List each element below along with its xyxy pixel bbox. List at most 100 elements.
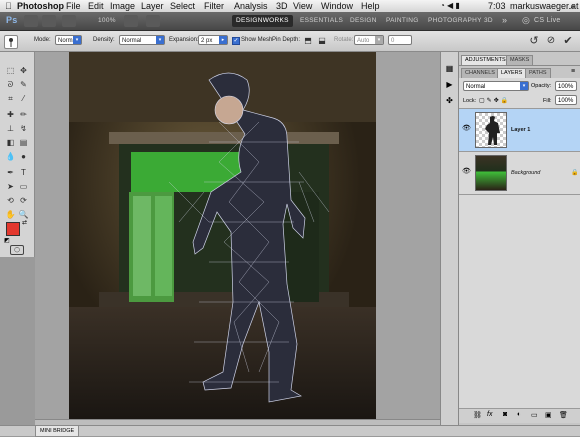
healing-brush-tool-icon[interactable]: ✚	[5, 110, 16, 120]
new-layer-icon[interactable]: ▣	[545, 411, 552, 419]
pin-backward-icon[interactable]: ⬓	[316, 35, 328, 47]
menu-image[interactable]: Image	[110, 0, 135, 12]
hand-tool-icon[interactable]	[62, 15, 76, 27]
document-image[interactable]	[69, 52, 376, 419]
mode-select[interactable]: Normal ▾	[55, 35, 82, 45]
menubar-user[interactable]: markuswaeger.at	[510, 0, 579, 12]
apple-menu-icon[interactable]: 	[5, 0, 12, 12]
crop-tool-icon[interactable]: ⌗	[5, 94, 16, 104]
move-tool-icon[interactable]: ✥	[18, 66, 29, 76]
workspace-3d[interactable]: 3D	[484, 15, 493, 27]
workspace-photography[interactable]: PHOTOGRAPHY	[428, 15, 482, 27]
menu-file[interactable]: File	[66, 0, 81, 12]
menu-edit[interactable]: Edit	[88, 0, 104, 12]
menu-window[interactable]: Window	[321, 0, 353, 12]
blur-tool-icon[interactable]: 💧	[5, 152, 16, 162]
rotate-select[interactable]: Auto ▾	[354, 35, 384, 45]
menu-filter[interactable]: Filter	[204, 0, 224, 12]
layer-name[interactable]: Layer 1	[511, 127, 530, 133]
layer-name[interactable]: Background	[511, 170, 540, 176]
tab-adjustments[interactable]: ADJUSTMENTS	[461, 55, 510, 65]
cancel-icon[interactable]: ⊘	[545, 35, 557, 47]
chevron-down-icon: ▾	[375, 36, 383, 44]
workspace-painting[interactable]: PAINTING	[386, 15, 419, 27]
rotate-select-value: Auto	[357, 38, 370, 44]
link-layers-icon[interactable]: ⛓	[473, 411, 482, 419]
more-workspaces-button[interactable]: »	[502, 14, 507, 26]
lasso-tool-icon[interactable]: ᘐ	[5, 80, 16, 90]
quick-select-tool-icon[interactable]: ✎	[18, 80, 29, 90]
adjustment-layer-icon[interactable]: ◐	[517, 411, 521, 418]
tab-masks[interactable]: MASKS	[506, 55, 534, 65]
menubar-status-icons[interactable]: ◔ ◀ ▮	[440, 0, 460, 12]
lock-icons[interactable]: ▢✎✥🔒	[479, 97, 510, 104]
tools-panel: ⬚ ✥ ᘐ ✎ ⌗ ⁄ ✚ ✏ ⊥ ↯ ◧ ▤ 💧 ● ✒ T ➤ ▭ ⟲ ⟳ …	[0, 52, 35, 257]
new-group-icon[interactable]: ▭	[531, 411, 538, 419]
expansion-field[interactable]: 2 px ▸	[198, 35, 228, 45]
marquee-tool-icon[interactable]: ⬚	[5, 66, 16, 76]
workspace-essentials[interactable]: ESSENTIALS	[300, 15, 343, 27]
tab-paths[interactable]: PATHS	[525, 68, 551, 78]
cs-live-icon[interactable]: ◎	[522, 14, 530, 26]
tool-preset-picker[interactable]	[4, 35, 18, 49]
eraser-tool-icon[interactable]: ◧	[5, 138, 16, 148]
cs-live-button[interactable]: CS Live	[534, 15, 561, 27]
menu-view[interactable]: View	[293, 0, 312, 12]
pen-tool-icon[interactable]: ✒	[5, 168, 16, 178]
workspace-designworks[interactable]: DESIGNWORKS	[232, 15, 293, 27]
commit-check-icon[interactable]: ✔	[562, 35, 574, 47]
density-select[interactable]: Normal ▾	[119, 35, 165, 45]
actions-panel-icon[interactable]: ▶	[444, 80, 455, 90]
tab-layers[interactable]: LAYERS	[497, 68, 527, 78]
blend-mode-select[interactable]: Normal ▾	[463, 81, 529, 91]
menu-3d[interactable]: 3D	[276, 0, 288, 12]
default-colors-icon[interactable]: ◩	[4, 237, 10, 244]
history-panel-icon[interactable]: ▦	[444, 64, 455, 74]
delete-layer-icon[interactable]: 🗑	[559, 411, 568, 419]
3d-orbit-tool-icon[interactable]: ⟳	[18, 196, 29, 206]
brush-tool-icon[interactable]: ✏	[18, 110, 29, 120]
show-mesh-checkbox[interactable]: ✓	[232, 37, 240, 45]
layer-row-layer-1[interactable]: 👁 Layer 1	[459, 109, 580, 152]
bridge-icon[interactable]	[24, 15, 38, 27]
path-selection-tool-icon[interactable]: ➤	[5, 182, 16, 192]
3d-rotate-tool-icon[interactable]: ⟲	[5, 196, 16, 206]
menu-select[interactable]: Select	[170, 0, 195, 12]
menu-app-name[interactable]: Photoshop	[17, 0, 64, 12]
gradient-tool-icon[interactable]: ▤	[18, 138, 29, 148]
menu-help[interactable]: Help	[361, 0, 380, 12]
add-mask-icon[interactable]: ◙	[503, 411, 507, 418]
remove-all-pins-icon[interactable]: ↺	[528, 35, 540, 47]
brush-panel-icon[interactable]: ✤	[444, 96, 455, 106]
rotate-degrees-field[interactable]: 0	[388, 35, 412, 45]
visibility-eye-icon[interactable]: 👁	[462, 168, 471, 176]
minibridge-icon[interactable]	[42, 15, 56, 27]
layer-row-background[interactable]: 👁 Background 🔒	[459, 152, 580, 195]
layer-style-icon[interactable]: fx	[487, 411, 492, 418]
pin-forward-icon[interactable]: ⬒	[302, 35, 314, 47]
menu-analysis[interactable]: Analysis	[234, 0, 268, 12]
hand-tool-icon[interactable]: ✋	[5, 210, 16, 220]
tab-channels[interactable]: CHANNELS	[461, 68, 499, 78]
visibility-eye-icon[interactable]: 👁	[462, 125, 471, 133]
zoom-level[interactable]: 100%	[98, 15, 116, 27]
opacity-field[interactable]: 100%	[555, 81, 577, 91]
mini-bridge-tab[interactable]: MINI BRIDGE	[35, 426, 80, 437]
spotlight-icon[interactable]: ⌕	[570, 0, 575, 12]
menu-layer[interactable]: Layer	[141, 0, 164, 12]
fill-field[interactable]: 100%	[555, 95, 577, 105]
menubar-clock[interactable]: 7:03	[488, 0, 506, 12]
clone-stamp-tool-icon[interactable]: ⊥	[5, 124, 16, 134]
history-brush-tool-icon[interactable]: ↯	[18, 124, 29, 134]
quick-mask-icon[interactable]: ◯	[10, 245, 24, 255]
arrange-documents-icon[interactable]	[124, 15, 138, 27]
workspace-design[interactable]: DESIGN	[350, 15, 377, 27]
screen-mode-icon[interactable]	[146, 15, 160, 27]
shape-tool-icon[interactable]: ▭	[18, 182, 29, 192]
panel-menu-icon[interactable]: ≡	[571, 68, 575, 75]
eyedropper-tool-icon[interactable]: ⁄	[18, 94, 29, 104]
foreground-color-swatch[interactable]	[6, 222, 20, 236]
dodge-tool-icon[interactable]: ●	[18, 152, 29, 162]
swap-colors-icon[interactable]: ⇄	[22, 219, 27, 226]
type-tool-icon[interactable]: T	[18, 168, 29, 178]
